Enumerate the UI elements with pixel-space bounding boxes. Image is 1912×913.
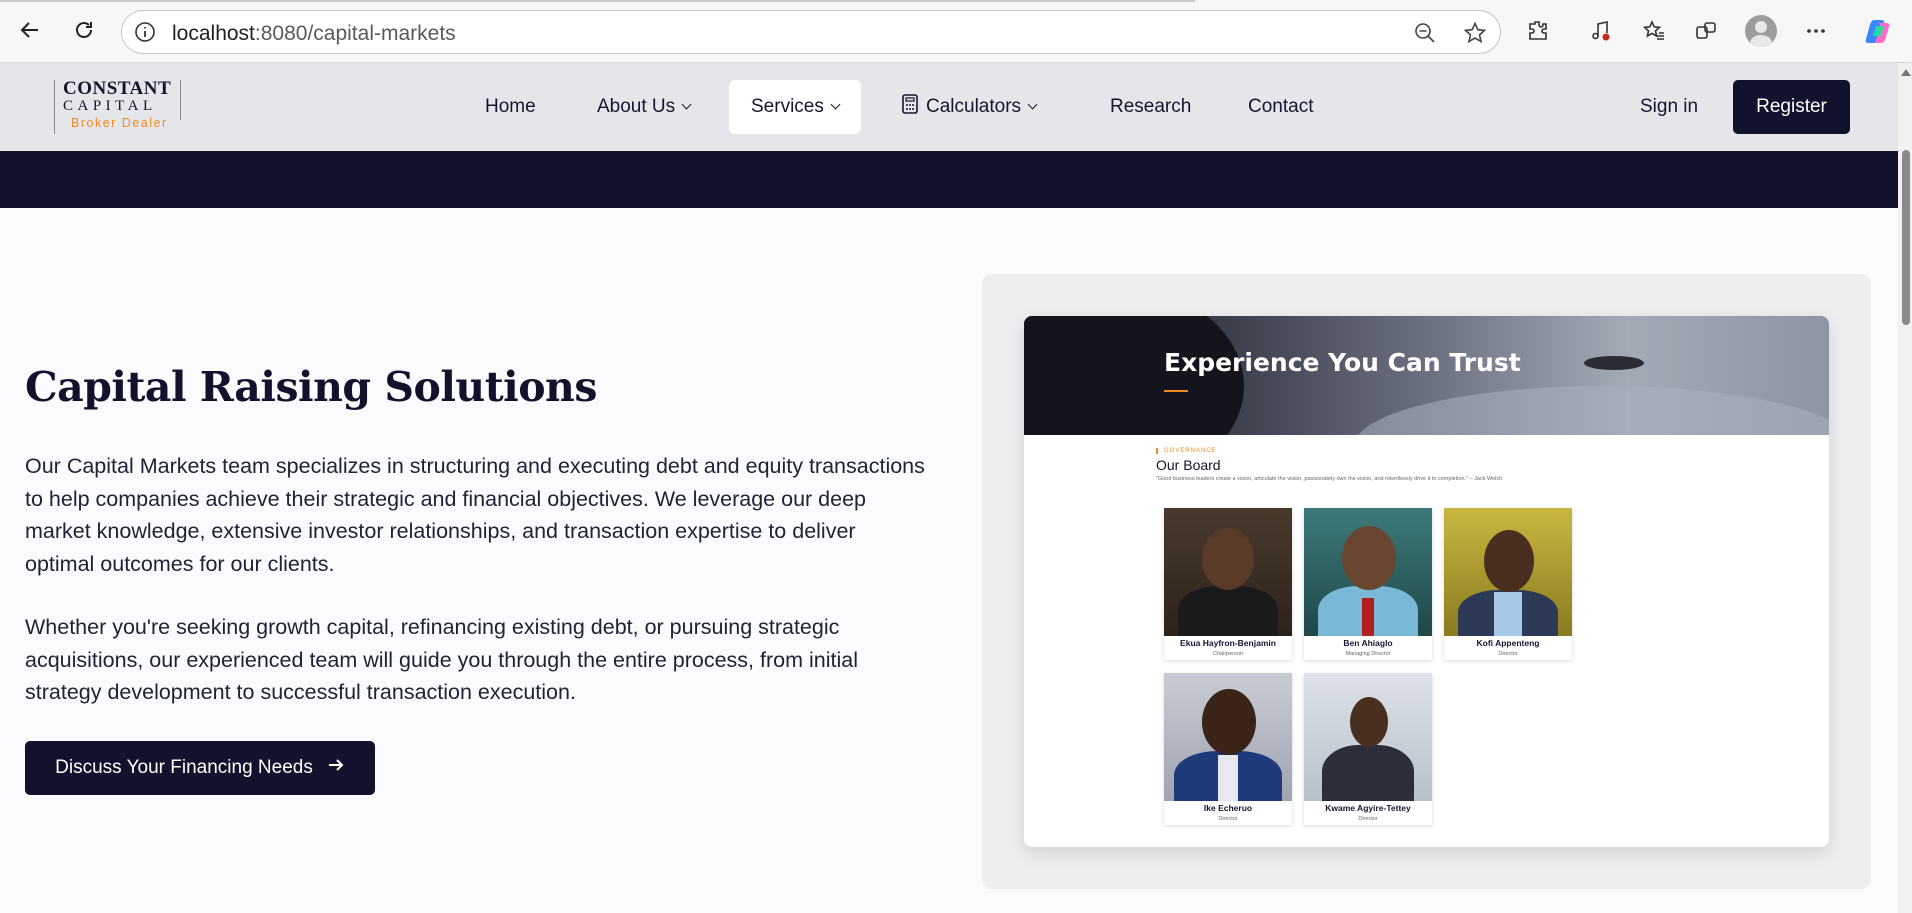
board-member-card: Kofi Appenteng Director [1444, 508, 1572, 660]
arrow-right-icon [327, 756, 345, 780]
nav-home[interactable]: Home [485, 80, 536, 134]
nav-calculators-label: Calculators [926, 96, 1022, 117]
url-text: localhost:8080/capital-markets [172, 22, 456, 46]
member-role: Director [1358, 816, 1378, 822]
nav-calculators[interactable]: Calculators [902, 80, 1038, 134]
nav-research[interactable]: Research [1110, 80, 1191, 134]
member-name: Ben Ahiaglo [1343, 638, 1393, 648]
logo-line2: CAPITAL [63, 98, 157, 114]
logo-divider [180, 80, 181, 120]
banner-table [1354, 386, 1829, 435]
nav-contact-label: Contact [1248, 96, 1314, 117]
copilot-icon[interactable] [1862, 15, 1894, 47]
member-photo [1164, 508, 1292, 636]
more-options-icon[interactable] [1800, 15, 1832, 47]
address-bar[interactable]: localhost:8080/capital-markets [121, 10, 1501, 54]
nav-services-label: Services [751, 96, 824, 117]
board-title: Our Board [1156, 457, 1221, 473]
section-label: GOVERNANCE [1156, 448, 1217, 454]
banner-title: Experience You Can Trust [1164, 348, 1521, 377]
media-control-icon[interactable] [1585, 15, 1617, 47]
member-photo [1164, 673, 1292, 801]
nav-services[interactable]: Services [729, 80, 861, 134]
extensions-icon[interactable] [1522, 15, 1554, 47]
url-host: localhost [172, 22, 255, 45]
nav-contact[interactable]: Contact [1248, 80, 1313, 134]
profile-avatar-icon[interactable] [1745, 15, 1777, 47]
member-photo [1304, 673, 1432, 801]
collections-icon[interactable] [1690, 15, 1722, 47]
nav-about-us[interactable]: About Us [597, 80, 692, 134]
member-role: Director [1218, 816, 1238, 822]
discuss-financing-button[interactable]: Discuss Your Financing Needs [25, 741, 375, 795]
loading-bar [0, 0, 1195, 2]
member-name: Ike Echeruo [1203, 803, 1253, 813]
logo-tagline: Broker Dealer [71, 116, 168, 130]
member-role: Managing Director [1345, 651, 1391, 657]
hero-band [0, 151, 1898, 208]
member-role: Director [1498, 651, 1518, 657]
reload-icon[interactable] [68, 14, 100, 46]
calculator-icon [902, 94, 918, 120]
member-name: Kwame Agyire-Tettey [1325, 803, 1411, 813]
site-header: CONSTANT CAPITAL Broker Dealer Home Abou… [0, 63, 1898, 151]
member-photo [1444, 508, 1572, 636]
board-member-card: Ike Echeruo Director [1164, 673, 1292, 825]
banner-accent-line [1164, 390, 1188, 392]
cta-label: Discuss Your Financing Needs [55, 757, 313, 778]
member-role: Chairperson [1213, 651, 1243, 657]
banner-image: Experience You Can Trust [1024, 316, 1829, 435]
board-member-card: Ekua Hayfron-Benjamin Chairperson [1164, 508, 1292, 660]
board-quote: "Good business leaders create a vision, … [1156, 476, 1503, 482]
chevron-down-icon [681, 99, 692, 110]
chevron-down-icon [1027, 99, 1038, 110]
nav-research-label: Research [1110, 96, 1192, 117]
back-icon[interactable] [14, 14, 46, 46]
favorite-star-icon[interactable] [1462, 20, 1488, 46]
member-name: Ekua Hayfron-Benjamin [1180, 638, 1276, 648]
browser-toolbar: localhost:8080/capital-markets [0, 0, 1912, 63]
board-member-card: Ben Ahiaglo Managing Director [1304, 508, 1432, 660]
logo-line1: CONSTANT [63, 78, 172, 99]
page-scrollbar[interactable] [1898, 63, 1912, 913]
favorites-icon[interactable] [1638, 15, 1670, 47]
site-info-icon[interactable] [134, 21, 156, 48]
sign-in-link[interactable]: Sign in [1640, 80, 1698, 134]
register-button[interactable]: Register [1733, 80, 1850, 134]
nav-home-label: Home [485, 96, 536, 117]
member-photo [1304, 508, 1432, 636]
scroll-up-icon[interactable] [1901, 69, 1911, 76]
intro-paragraph: Our Capital Markets team specializes in … [25, 454, 925, 576]
detail-paragraph: Whether you're seeking growth capital, r… [25, 615, 858, 704]
page-title: Capital Raising Solutions [25, 363, 597, 411]
nav-about-label: About Us [597, 96, 676, 117]
url-path: :8080/capital-markets [254, 22, 456, 45]
chevron-down-icon [830, 99, 841, 110]
logo[interactable]: CONSTANT CAPITAL Broker Dealer [54, 78, 184, 134]
member-name: Kofi Appenteng [1476, 638, 1540, 648]
board-member-card: Kwame Agyire-Tettey Director [1304, 673, 1432, 825]
scroll-thumb[interactable] [1902, 150, 1910, 325]
board-screenshot-image: Experience You Can Trust GOVERNANCE Our … [1024, 316, 1829, 847]
zoom-out-icon[interactable] [1412, 20, 1438, 46]
banner-object [1584, 356, 1644, 370]
